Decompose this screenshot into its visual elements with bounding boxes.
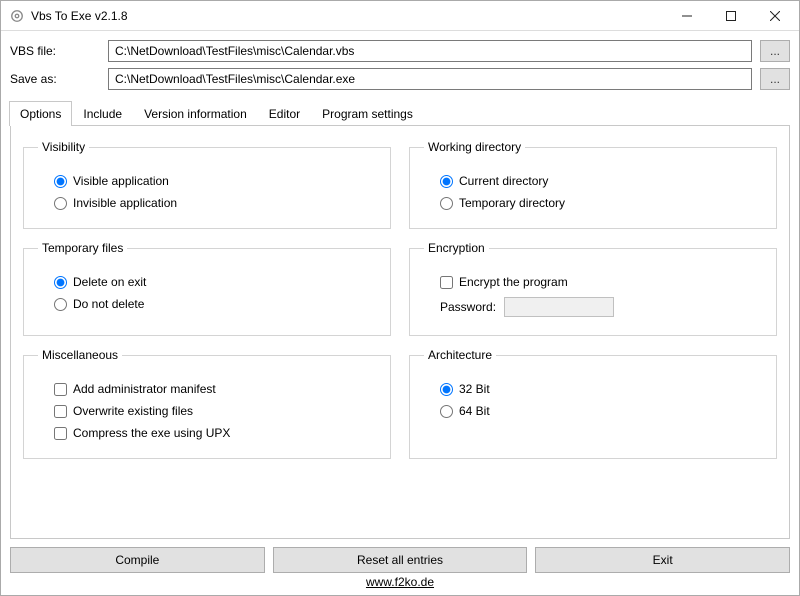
tab-editor[interactable]: Editor (258, 101, 311, 126)
checkbox-overwrite-input[interactable] (54, 405, 67, 418)
options-grid: Visibility Visible application Invisible… (23, 140, 777, 459)
minimize-button[interactable] (665, 1, 709, 30)
radio-current-directory[interactable]: Current directory (440, 174, 746, 188)
save-as-label: Save as: (10, 72, 100, 86)
radio-keep-input[interactable] (54, 298, 67, 311)
checkbox-overwrite-label: Overwrite existing files (73, 404, 193, 418)
radio-64-label: 64 Bit (459, 404, 490, 418)
app-gear-icon (9, 8, 25, 24)
group-visibility: Visibility Visible application Invisible… (23, 140, 391, 229)
app-window: Vbs To Exe v2.1.8 VBS file: ... Save as:… (0, 0, 800, 596)
radio-temp-label: Temporary directory (459, 196, 565, 210)
password-row: Password: (424, 289, 762, 321)
footer-link[interactable]: www.f2ko.de (10, 573, 790, 593)
checkbox-admin-input[interactable] (54, 383, 67, 396)
checkbox-overwrite-existing[interactable]: Overwrite existing files (54, 404, 360, 418)
client-area: VBS file: ... Save as: ... Options Inclu… (1, 31, 799, 595)
password-input[interactable] (504, 297, 614, 317)
compile-button[interactable]: Compile (10, 547, 265, 573)
save-browse-button[interactable]: ... (760, 68, 790, 90)
group-encryption: Encryption Encrypt the program Password: (409, 241, 777, 336)
reset-all-entries-button[interactable]: Reset all entries (273, 547, 528, 573)
radio-visible-label: Visible application (73, 174, 169, 188)
radio-64-bit[interactable]: 64 Bit (440, 404, 746, 418)
group-working-directory: Working directory Current directory Temp… (409, 140, 777, 229)
group-miscellaneous: Miscellaneous Add administrator manifest… (23, 348, 391, 459)
vbs-file-row: VBS file: ... (10, 40, 790, 62)
radio-temporary-directory[interactable]: Temporary directory (440, 196, 746, 210)
close-button[interactable] (753, 1, 797, 30)
save-as-input[interactable] (108, 68, 752, 90)
tab-program-settings[interactable]: Program settings (311, 101, 424, 126)
group-miscellaneous-legend: Miscellaneous (38, 348, 122, 362)
window-title: Vbs To Exe v2.1.8 (31, 9, 665, 23)
group-temporary-files-legend: Temporary files (38, 241, 127, 255)
vbs-file-input[interactable] (108, 40, 752, 62)
exit-button[interactable]: Exit (535, 547, 790, 573)
radio-visible-application[interactable]: Visible application (54, 174, 360, 188)
vbs-file-label: VBS file: (10, 44, 100, 58)
radio-delete-on-exit[interactable]: Delete on exit (54, 275, 360, 289)
group-working-directory-legend: Working directory (424, 140, 525, 154)
save-as-row: Save as: ... (10, 68, 790, 90)
radio-keep-label: Do not delete (73, 297, 144, 311)
radio-invisible-label: Invisible application (73, 196, 177, 210)
radio-64-input[interactable] (440, 405, 453, 418)
vbs-browse-button[interactable]: ... (760, 40, 790, 62)
tab-content-options: Visibility Visible application Invisible… (10, 126, 790, 539)
radio-invisible-application[interactable]: Invisible application (54, 196, 360, 210)
group-architecture-legend: Architecture (424, 348, 496, 362)
radio-current-label: Current directory (459, 174, 548, 188)
checkbox-upx-label: Compress the exe using UPX (73, 426, 230, 440)
maximize-button[interactable] (709, 1, 753, 30)
tab-version-information[interactable]: Version information (133, 101, 258, 126)
group-temporary-files: Temporary files Delete on exit Do not de… (23, 241, 391, 336)
group-encryption-legend: Encryption (424, 241, 489, 255)
tab-row: Options Include Version information Edit… (9, 100, 790, 126)
radio-visible-input[interactable] (54, 175, 67, 188)
titlebar: Vbs To Exe v2.1.8 (1, 1, 799, 31)
checkbox-admin-label: Add administrator manifest (73, 382, 216, 396)
group-architecture: Architecture 32 Bit 64 Bit (409, 348, 777, 459)
bottom-buttons: Compile Reset all entries Exit (10, 547, 790, 573)
tab-include[interactable]: Include (72, 101, 133, 126)
radio-delete-input[interactable] (54, 276, 67, 289)
group-visibility-legend: Visibility (38, 140, 89, 154)
checkbox-encrypt-label: Encrypt the program (459, 275, 568, 289)
radio-32-label: 32 Bit (459, 382, 490, 396)
radio-invisible-input[interactable] (54, 197, 67, 210)
file-rows: VBS file: ... Save as: ... (10, 40, 790, 90)
radio-delete-label: Delete on exit (73, 275, 146, 289)
tab-options[interactable]: Options (9, 101, 72, 126)
radio-32-input[interactable] (440, 383, 453, 396)
checkbox-compress-upx[interactable]: Compress the exe using UPX (54, 426, 360, 440)
radio-do-not-delete[interactable]: Do not delete (54, 297, 360, 311)
checkbox-encrypt-program[interactable]: Encrypt the program (440, 275, 746, 289)
radio-current-input[interactable] (440, 175, 453, 188)
checkbox-encrypt-input[interactable] (440, 276, 453, 289)
checkbox-upx-input[interactable] (54, 427, 67, 440)
password-label: Password: (440, 300, 496, 314)
checkbox-admin-manifest[interactable]: Add administrator manifest (54, 382, 360, 396)
radio-32-bit[interactable]: 32 Bit (440, 382, 746, 396)
radio-temp-input[interactable] (440, 197, 453, 210)
